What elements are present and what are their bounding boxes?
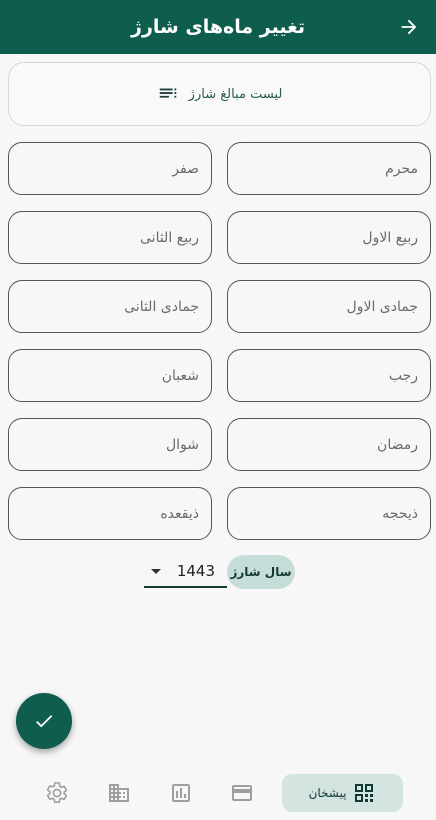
month-field-rabi-al-thani[interactable]: ربیع الثانی	[8, 211, 212, 264]
month-placeholder: رجب	[388, 367, 418, 384]
month-placeholder: ذیقعده	[160, 505, 199, 522]
month-field-ramadan[interactable]: رمضان	[227, 418, 431, 471]
list-icon	[159, 88, 176, 98]
month-placeholder: شوال	[165, 436, 199, 453]
charge-amounts-list-button[interactable]: لیست مبالغ شارژ	[8, 62, 431, 126]
month-placeholder: ربیع الثانی	[140, 229, 199, 246]
bottom-nav: پیشخان	[0, 766, 436, 820]
year-value: 1443	[176, 562, 215, 580]
check-icon	[36, 715, 53, 728]
nav-item-settings[interactable]	[37, 774, 77, 812]
building-icon	[109, 784, 129, 802]
month-field-shaban[interactable]: شعبان	[8, 349, 212, 402]
month-field-dhu-al-qadah[interactable]: ذیقعده	[8, 487, 212, 540]
nav-item-payments[interactable]	[222, 774, 262, 812]
month-placeholder: ذیحجه	[382, 505, 418, 522]
month-field-muharram[interactable]: محرم	[227, 142, 431, 195]
charge-amounts-list-label: لیست مبالغ شارژ	[188, 86, 283, 102]
arrow-forward-icon	[401, 19, 417, 35]
credit-card-icon	[232, 785, 252, 801]
app-bar: تغییر ماه‌های شارژ	[0, 0, 436, 54]
month-placeholder: ربیع الاول	[362, 229, 418, 246]
month-placeholder: صفر	[172, 160, 199, 177]
chart-icon	[172, 784, 190, 802]
month-placeholder: محرم	[385, 160, 418, 177]
settings-icon	[46, 782, 68, 803]
month-placeholder: جمادی الثانی	[124, 298, 199, 315]
nav-item-reports[interactable]	[161, 774, 201, 812]
nav-item-dashboard[interactable]: پیشخان	[282, 774, 403, 812]
year-dropdown[interactable]: 1443	[144, 559, 227, 588]
confirm-fab[interactable]	[16, 693, 72, 749]
month-field-rajab[interactable]: رجب	[227, 349, 431, 402]
page-title: تغییر ماه‌های شارژ	[131, 16, 305, 38]
nav-item-buildings[interactable]	[99, 774, 139, 812]
nav-item-dashboard-label: پیشخان	[308, 786, 347, 800]
month-field-dhu-al-hijjah[interactable]: ذیحجه	[227, 487, 431, 540]
month-field-safar[interactable]: صفر	[8, 142, 212, 195]
month-field-jumada-al-thani[interactable]: جمادی الثانی	[8, 280, 212, 333]
back-button[interactable]	[394, 12, 424, 42]
dashboard-icon	[355, 784, 374, 802]
month-field-rabi-al-awwal[interactable]: ربیع الاول	[227, 211, 431, 264]
month-field-jumada-al-awwal[interactable]: جمادی الاول	[227, 280, 431, 333]
year-label-chip: سال شارژ	[227, 555, 295, 589]
month-placeholder: رمضان	[377, 436, 418, 453]
month-placeholder: جمادی الاول	[346, 298, 418, 315]
month-field-shawwal[interactable]: شوال	[8, 418, 212, 471]
dropdown-arrow-icon	[151, 569, 161, 574]
month-placeholder: شعبان	[161, 367, 199, 384]
